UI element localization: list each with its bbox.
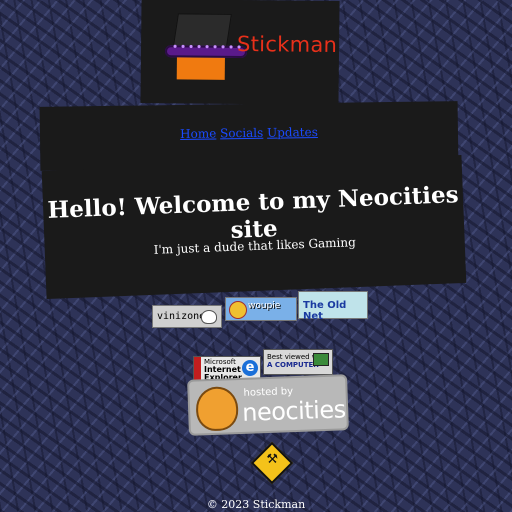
- hat-sparkles: [171, 43, 246, 51]
- old-net-label: The Old Net: [303, 300, 347, 322]
- old-net-button[interactable]: The Old Net: [298, 291, 368, 322]
- construction-sign-icon: ⚒: [250, 441, 294, 485]
- ie-logo-icon: e: [242, 360, 258, 376]
- cat-icon: [201, 310, 217, 324]
- neocities-label: neocities: [241, 395, 347, 427]
- logo-text: Stickman: [236, 31, 338, 58]
- footer-copyright: © 2023 Stickman: [206, 498, 306, 511]
- vinizone-label: vinizone: [157, 311, 206, 322]
- nav-link-home[interactable]: Home: [180, 126, 216, 141]
- orange-box-icon: [176, 57, 225, 80]
- nav-link-updates[interactable]: Updates: [267, 125, 318, 140]
- neocities-cat-icon: [195, 386, 239, 432]
- clown-face-icon: [229, 301, 247, 319]
- best-viewed-computer-button[interactable]: Best viewed with A COMPUTER: [263, 349, 333, 375]
- woupie-label: woupie: [248, 301, 281, 311]
- monitor-icon: [313, 353, 329, 366]
- welcome-panel: Hello! Welcome to my Neocities site I'm …: [41, 154, 467, 300]
- worker-icon: ⚒: [266, 452, 279, 468]
- logo-banner: Stickman: [140, 0, 340, 106]
- ie-red-bar: [194, 357, 201, 381]
- neocities-badge[interactable]: hosted by neocities: [187, 374, 349, 436]
- vinizone-button[interactable]: vinizone: [152, 305, 222, 328]
- woupie-button[interactable]: woupie: [225, 297, 297, 321]
- nav-link-socials[interactable]: Socials: [220, 126, 263, 141]
